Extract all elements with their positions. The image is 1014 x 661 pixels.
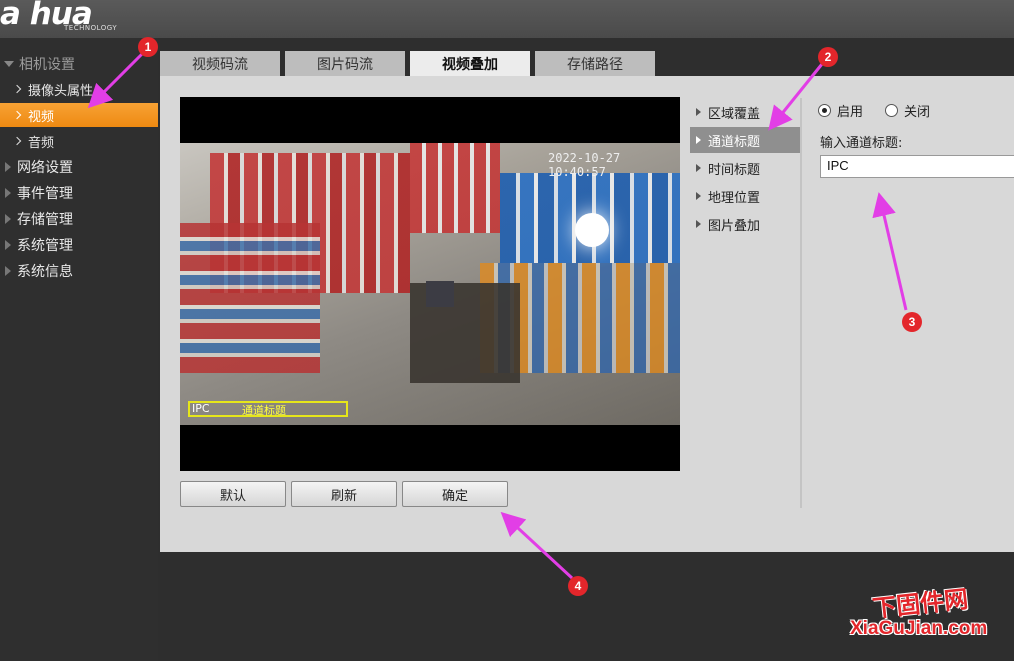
sidebar-item-video[interactable]: 视频 [0,103,158,127]
sidebar-group-label: 相机设置 [19,57,75,73]
chevron-right-icon [12,136,22,146]
annotation-badge-4: 4 [568,576,588,596]
triangle-right-icon [696,108,701,116]
product-shelf [410,143,500,233]
logo-subtitle: TECHNOLOGY [64,24,118,32]
main-panel: 视频码流 图片码流 视频叠加 存储路径 2022-10-27 10:40:57 … [160,38,1014,552]
default-button[interactable]: 默认 [180,481,286,507]
sidebar-item-label: 系统信息 [17,264,73,280]
overlay-menu-label: 图片叠加 [708,218,761,234]
collapsed-triangle-icon [5,240,11,250]
overlay-menu-channel-title[interactable]: 通道标题 [690,127,800,153]
sidebar-item-system-info[interactable]: 系统信息 [0,259,158,283]
triangle-right-icon [696,192,701,200]
sidebar-item-events[interactable]: 事件管理 [0,181,158,205]
expanded-triangle-icon [4,61,14,67]
channel-title-label: 输入通道标题: [820,136,903,151]
video-preview: 2022-10-27 10:40:57 IPC 通道标题 [180,97,680,471]
sidebar-item-label: 摄像头属性 [28,83,94,99]
sidebar-item-system[interactable]: 系统管理 [0,233,158,257]
annotation-badge-2: 2 [818,47,838,67]
tab-video-overlay[interactable]: 视频叠加 [410,51,530,76]
product-shelf [180,223,320,373]
channel-title-osd-text: 通道标题 [242,404,286,417]
collapsed-triangle-icon [5,266,11,276]
overlay-menu-location[interactable]: 地理位置 [690,183,800,209]
tab-picture-stream[interactable]: 图片码流 [285,51,405,76]
triangle-right-icon [696,220,701,228]
enable-radio[interactable] [818,104,831,117]
sidebar: 相机设置 摄像头属性 视频 音频 网络设置 事件管理 存储管理 系统管理 系统信… [0,38,158,661]
disable-radio-label: 关闭 [904,105,931,120]
triangle-right-icon [696,136,701,144]
sidebar-item-label: 系统管理 [17,238,73,254]
overlay-menu-label: 时间标题 [708,162,761,178]
enable-radio-label: 启用 [837,105,864,120]
overlay-menu-privacy-mask[interactable]: 区域覆盖 [690,99,800,125]
annotation-badge-3: 3 [902,312,922,332]
triangle-right-icon [696,164,701,172]
sidebar-item-label: 音频 [28,135,55,151]
enable-radio-group: 启用 关闭 [818,101,930,120]
overlay-menu-label: 通道标题 [708,134,761,150]
tab-video-stream[interactable]: 视频码流 [160,51,280,76]
disable-radio[interactable] [885,104,899,117]
app-header: a hua TECHNOLOGY [0,0,1014,38]
sidebar-item-label: 事件管理 [17,186,73,202]
sidebar-item-label: 网络设置 [17,160,73,176]
camera-scene: 2022-10-27 10:40:57 IPC 通道标题 [180,143,680,425]
collapsed-triangle-icon [5,214,11,224]
collapsed-triangle-icon [5,188,11,198]
chevron-right-icon [12,110,22,120]
sidebar-item-audio[interactable]: 音频 [0,129,158,153]
channel-title-input[interactable]: IPC [820,155,1014,178]
chevron-right-icon [12,84,22,94]
ceiling-light [575,213,609,247]
sidebar-item-label: 存储管理 [17,212,73,228]
tab-bar: 视频码流 图片码流 视频叠加 存储路径 [160,38,1014,76]
ok-button[interactable]: 确定 [402,481,508,507]
mosaic-blur [426,281,454,307]
sidebar-group-camera-settings[interactable]: 相机设置 [0,52,158,76]
overlay-menu-label: 区域覆盖 [708,106,761,122]
collapsed-triangle-icon [5,162,11,172]
annotation-badge-1: 1 [138,37,158,57]
tab-storage-path[interactable]: 存储路径 [535,51,655,76]
panel-divider [800,98,802,508]
sidebar-item-camera-properties[interactable]: 摄像头属性 [0,77,158,101]
watermark-url: XiaGuJian.com [850,618,988,639]
channel-osd-text: IPC [192,402,210,415]
sidebar-item-network[interactable]: 网络设置 [0,155,158,179]
sidebar-item-label: 视频 [28,109,55,125]
sidebar-item-storage[interactable]: 存储管理 [0,207,158,231]
overlay-menu-time-title[interactable]: 时间标题 [690,155,800,181]
overlay-menu-label: 地理位置 [708,190,761,206]
refresh-button[interactable]: 刷新 [291,481,397,507]
timestamp-overlay: 2022-10-27 10:40:57 [548,151,621,179]
overlay-menu-picture-overlay[interactable]: 图片叠加 [690,211,800,237]
